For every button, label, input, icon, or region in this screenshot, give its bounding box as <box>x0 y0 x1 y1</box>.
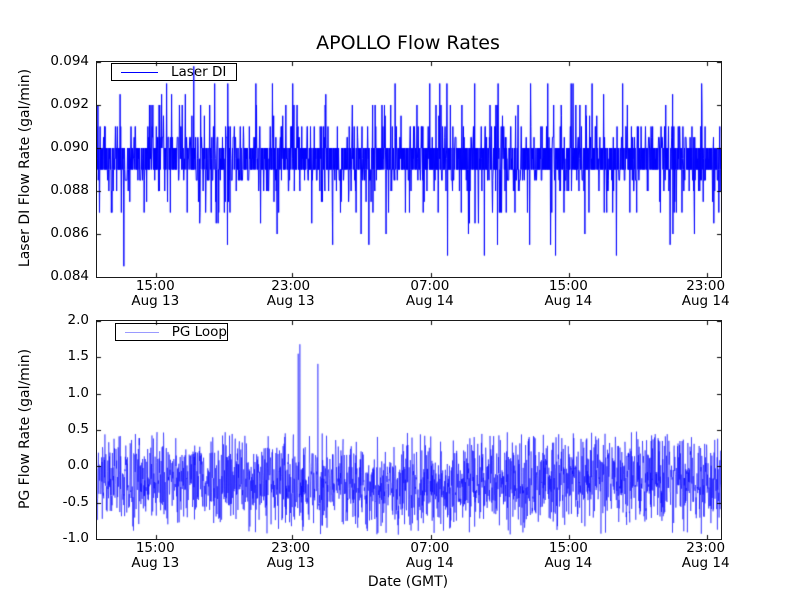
laser-di-legend-label: Laser DI <box>171 64 227 80</box>
laser-y-tick-label: 0.086 <box>50 225 89 241</box>
laser-y-tick-label: 0.094 <box>50 53 89 69</box>
laser-x-tick-label: 07:00 Aug 14 <box>405 278 454 309</box>
pg-y-tick-label: 2.0 <box>67 312 89 328</box>
pg-x-tick-label: 15:00 Aug 13 <box>131 540 180 571</box>
figure: APOLLO Flow Rates Laser DI Flow Rate (ga… <box>0 0 800 600</box>
laser-di-legend: Laser DI <box>111 63 237 81</box>
laser-x-tick-label: 23:00 Aug 14 <box>681 278 730 309</box>
laser-y-tick-label: 0.092 <box>50 96 89 112</box>
pg-x-tick-label: 23:00 Aug 14 <box>681 540 730 571</box>
pg-y-tick-label: -1.0 <box>62 530 89 546</box>
laser-di-plot-area: Laser DI <box>96 61 722 278</box>
laser-x-tick-label: 15:00 Aug 13 <box>131 278 180 309</box>
laser-y-tick-label: 0.088 <box>50 182 89 198</box>
laser-x-tick-label: 15:00 Aug 14 <box>544 278 593 309</box>
laser-y-tick-label: 0.084 <box>50 268 89 284</box>
pg-x-tick-label: 23:00 Aug 13 <box>266 540 315 571</box>
laser-x-tick-label: 23:00 Aug 13 <box>266 278 315 309</box>
pg-y-tick-label: 0.5 <box>67 421 89 437</box>
pg-loop-plot-area: PG Loop <box>96 320 722 540</box>
pg-x-tick-label: 15:00 Aug 14 <box>544 540 593 571</box>
laser-di-line-canvas <box>97 62 721 277</box>
pg-x-tick-label: 07:00 Aug 14 <box>405 540 454 571</box>
pg-y-tick-label: 0.0 <box>67 457 89 474</box>
pg-y-tick-label: 1.5 <box>67 348 89 365</box>
pg-loop-line-canvas <box>97 321 721 539</box>
laser-y-tick-label: 0.090 <box>50 139 89 155</box>
chart-title: APOLLO Flow Rates <box>316 32 500 54</box>
pg-loop-legend: PG Loop <box>115 323 228 341</box>
pg-y-tick-label: -0.5 <box>62 493 89 510</box>
pg-y-tick-label: 1.0 <box>67 384 89 401</box>
pg-loop-legend-label: PG Loop <box>171 324 227 340</box>
pg-loop-legend-line-icon <box>125 331 159 333</box>
laser-di-legend-line-icon <box>121 71 158 73</box>
x-axis-label: Date (GMT) <box>367 574 449 590</box>
